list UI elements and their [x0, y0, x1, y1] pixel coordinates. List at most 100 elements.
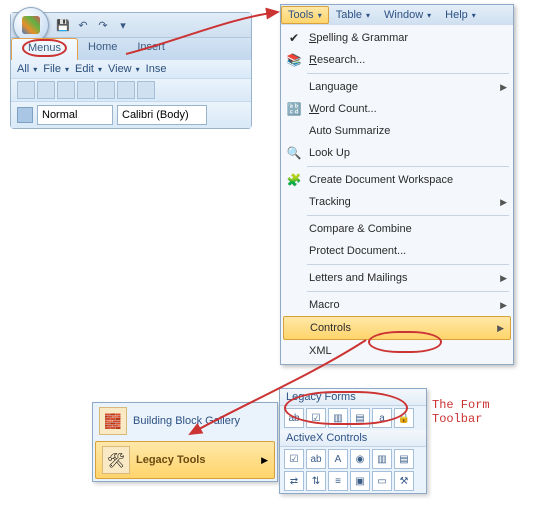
mi-macro-label: Macro	[309, 299, 340, 311]
style-gallery-icon[interactable]	[17, 107, 33, 123]
redo-icon[interactable]: ↷	[94, 16, 112, 34]
mi-lookup[interactable]: 🔍 Look Up	[281, 142, 513, 164]
mi-protect[interactable]: Protect Document...	[281, 240, 513, 262]
mi-spelling[interactable]: ✔ Spelling & Grammar	[281, 27, 513, 49]
mi-xml[interactable]: XML	[281, 340, 513, 362]
chevron-right-icon: ▶	[500, 197, 507, 208]
new-icon[interactable]	[17, 81, 35, 99]
open-icon[interactable]	[37, 81, 55, 99]
mi-letters[interactable]: Letters and Mailings ▶	[281, 267, 513, 289]
ribbon-iconrow	[11, 78, 251, 101]
books-icon: 📚	[285, 51, 303, 69]
popup-legacy-tools[interactable]: 🛠 Legacy Tools ▶	[95, 441, 275, 479]
ax-toggle-icon[interactable]: ⇄	[284, 471, 304, 491]
mi-wordcount-label: Word Count...	[309, 103, 377, 115]
tab-menus-label: Menus	[22, 39, 67, 57]
mi-spelling-label: Spelling & Grammar	[309, 32, 408, 44]
separator	[307, 215, 509, 216]
popup-legacy-label: Legacy Tools	[136, 454, 205, 466]
check-icon: ✔	[285, 29, 303, 47]
search-icon: 🔍	[285, 144, 303, 162]
menu-body: ✔ Spelling & Grammar 📚 Research... Languag…	[281, 25, 513, 364]
mi-protect-label: Protect Document...	[309, 245, 406, 257]
mi-language[interactable]: Language▶	[281, 76, 513, 98]
ax-button-icon[interactable]: ▭	[372, 471, 392, 491]
menubar: Tools Table Window Help	[281, 5, 513, 25]
ax-option-icon[interactable]: ◉	[350, 449, 370, 469]
qat-dropdown-icon[interactable]: ▾	[114, 16, 132, 34]
ax-checkbox-icon[interactable]: ☑	[284, 449, 304, 469]
mi-research[interactable]: 📚 Research...	[281, 49, 513, 71]
annotation-note: The Form Toolbar	[432, 398, 538, 426]
palette-activex-icons: ☑ ab A ◉ ▥ ▤ ⇄ ⇅ ≡ ▣ ▭ ⚒	[280, 447, 426, 493]
cut-icon[interactable]	[137, 81, 155, 99]
checkbox-icon[interactable]: ☑	[306, 408, 326, 428]
chevron-right-icon: ▶	[500, 300, 507, 311]
controls-popup: 🧱 Building Block Gallery 🛠 Legacy Tools …	[92, 402, 278, 482]
palette-legacy-forms-icons: ab ☑ ▥ ▤ a 🔒	[280, 406, 426, 430]
mi-macro[interactable]: Macro ▶	[281, 294, 513, 316]
tab-insert[interactable]: Insert	[127, 38, 175, 60]
textfield-icon[interactable]: ab	[284, 408, 304, 428]
save2-icon[interactable]	[57, 81, 75, 99]
font-box[interactable]: Calibri (Body)	[117, 105, 207, 125]
office-logo-icon	[22, 16, 40, 34]
popup-bbg-label: Building Block Gallery	[133, 415, 240, 427]
dropdown-icon[interactable]: ▥	[328, 408, 348, 428]
wordcount-icon: 🔡	[285, 100, 303, 118]
chevron-right-icon: ▶	[497, 323, 504, 334]
menu-insert[interactable]: Inse	[146, 63, 167, 75]
mi-docws[interactable]: 🧩Create Document Workspace	[281, 169, 513, 191]
ax-spin-icon[interactable]: ⇅	[306, 471, 326, 491]
preview-icon[interactable]	[117, 81, 135, 99]
mi-compare-label: Compare & Combine	[309, 223, 412, 235]
ax-textbox-icon[interactable]: ab	[306, 449, 326, 469]
mail-icon[interactable]	[77, 81, 95, 99]
ax-more-icon[interactable]: ⚒	[394, 471, 414, 491]
chevron-right-icon: ▶	[500, 273, 507, 284]
mi-controls-label: Controls	[310, 322, 351, 334]
menubar-window[interactable]: Window	[377, 6, 438, 24]
ax-combo-icon[interactable]: ▤	[394, 449, 414, 469]
mi-letters-label: Letters and Mailings	[309, 272, 407, 284]
menu-all[interactable]: All	[17, 63, 37, 75]
lock-icon[interactable]: 🔒	[394, 408, 414, 428]
workspace-icon: 🧩	[285, 171, 303, 189]
ribbon-tabs: Menus Home Insert	[11, 37, 251, 60]
chevron-right-icon: ▶	[500, 82, 507, 93]
tab-home[interactable]: Home	[78, 38, 127, 60]
menubar-tools[interactable]: Tools	[281, 6, 329, 24]
palette-legacy-forms-title: Legacy Forms	[280, 389, 426, 406]
style-box[interactable]: Normal	[37, 105, 113, 125]
save-icon[interactable]: 💾	[54, 16, 72, 34]
popup-building-block[interactable]: 🧱 Building Block Gallery	[93, 403, 277, 439]
quick-access-toolbar: 💾 ↶ ↷ ▾	[11, 13, 251, 37]
mi-controls[interactable]: Controls ▶	[283, 316, 511, 340]
menu-edit[interactable]: Edit	[75, 63, 102, 75]
ax-image-icon[interactable]: ▣	[350, 471, 370, 491]
menubar-help[interactable]: Help	[438, 6, 483, 24]
tools-menu: Tools Table Window Help ✔ Spelling & Gram…	[280, 4, 514, 365]
ax-scroll-icon[interactable]: ≡	[328, 471, 348, 491]
frame-icon[interactable]: ▤	[350, 408, 370, 428]
ax-label-icon[interactable]: A	[328, 449, 348, 469]
separator	[307, 73, 509, 74]
ribbon-window: 💾 ↶ ↷ ▾ Menus Home Insert All File Edit …	[10, 12, 252, 129]
mi-lookup-label: Look Up	[309, 147, 350, 159]
mi-autosum[interactable]: Auto Summarize	[281, 120, 513, 142]
shading-icon[interactable]: a	[372, 408, 392, 428]
undo-icon[interactable]: ↶	[74, 16, 92, 34]
tab-menus[interactable]: Menus	[11, 38, 78, 60]
ax-list-icon[interactable]: ▥	[372, 449, 392, 469]
mi-wordcount[interactable]: 🔡 Word Count...	[281, 98, 513, 120]
menubar-table[interactable]: Table	[329, 6, 377, 24]
menu-file[interactable]: File	[43, 63, 69, 75]
mi-xml-label: XML	[309, 345, 332, 357]
print-icon[interactable]	[97, 81, 115, 99]
menu-view[interactable]: View	[108, 63, 140, 75]
separator	[307, 166, 509, 167]
mi-research-label: Research...	[309, 54, 365, 66]
mi-tracking-label: Tracking	[309, 196, 351, 208]
mi-tracking[interactable]: Tracking ▶	[281, 191, 513, 213]
mi-compare[interactable]: Compare & Combine	[281, 218, 513, 240]
